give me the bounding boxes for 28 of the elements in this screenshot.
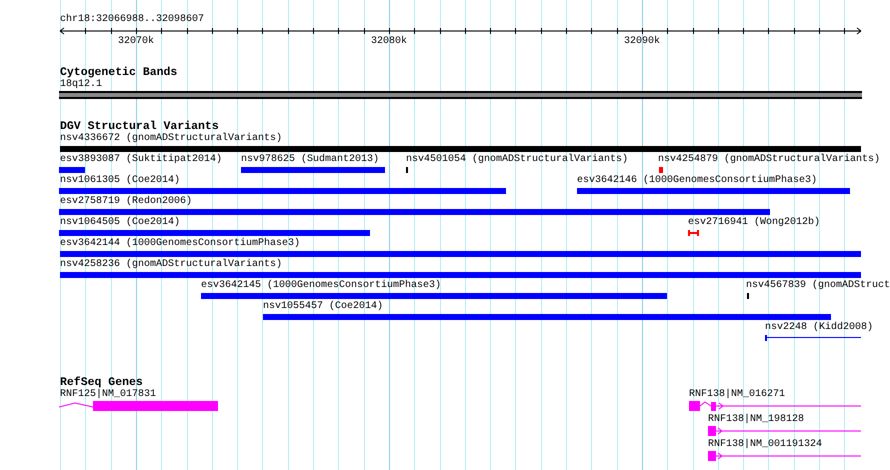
variant-label: esv3893087 (Suktitipat2014) [60,154,222,166]
variant-label: nsv4567839 (gnomADStruct [746,280,890,292]
variant-label: nsv4258236 (gnomADStructuralVariants) [60,259,282,271]
ruler-tick-label: 32070k [118,36,154,48]
variant-label: esv3642144 (1000GenomesConsortiumPhase3) [60,238,300,250]
gene-label: RNF138|NM_016271 [689,389,786,401]
variant-label: esv3642145 (1000GenomesConsortiumPhase3) [201,280,442,292]
ruler-tick-label: 32080k [371,36,407,48]
variant-label: nsv4336672 (gnomADStructuralVariants) [60,133,282,145]
variant-label: nsv1055457 (Coe2014) [263,301,384,313]
band-label: 18q12.1 [60,79,102,91]
variant-label: nsv1061305 (Coe2014) [60,175,180,187]
variant-label: nsv4501054 (gnomADStructuralVariants) [406,154,628,166]
track-title: Cytogenetic Bands [60,67,178,79]
variant-label: nsv978625 (Sudmant2013) [241,154,380,166]
track-title: RefSeq Genes [60,377,143,389]
variant-label: nsv1064505 (Coe2014) [60,217,180,229]
variant-label: esv2758719 (Redon2006) [60,196,192,208]
variant-label: esv2716941 (Wong2012b) [688,217,820,229]
track-title: DGV Structural Variants [60,121,219,133]
gene-label: RNF138|NM_198128 [708,414,804,426]
chromosome-position: chr18:32066988..32098607 [60,14,204,26]
variant-label: nsv4254879 (gnomADStructuralVariants) [658,154,880,166]
gene-label: RNF125|NM_017831 [60,389,156,401]
gene-label: RNF138|NM_001191324 [708,439,822,451]
variant-label: esv3642146 (1000GenomesConsortiumPhase3) [577,175,818,187]
ruler-tick-label: 32090k [624,36,660,48]
variant-label: nsv2248 (Kidd2008) [765,322,874,334]
